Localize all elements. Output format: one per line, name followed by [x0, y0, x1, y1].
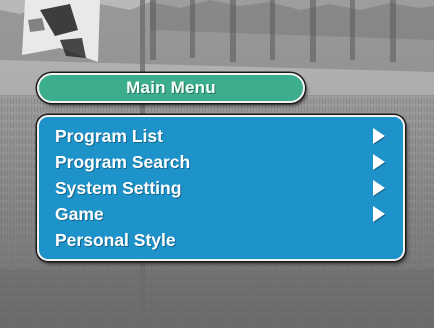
menu-title-bar: Main Menu	[37, 73, 305, 103]
menu-item-label: Program List	[55, 125, 163, 146]
menu-item-system-setting[interactable]: System Setting	[55, 175, 403, 201]
triangle-right-icon	[373, 206, 385, 222]
triangle-right-icon	[373, 154, 385, 170]
menu-panel: Program List Program Search System Setti…	[37, 115, 405, 261]
menu-item-personal-style[interactable]: Personal Style	[55, 227, 403, 253]
menu-title: Main Menu	[126, 78, 216, 97]
triangle-right-icon	[373, 128, 385, 144]
triangle-right-icon	[373, 180, 385, 196]
menu-item-program-search[interactable]: Program Search	[55, 149, 403, 175]
menu-item-label: Personal Style	[55, 229, 176, 250]
menu-item-label: Game	[55, 203, 104, 224]
menu-item-label: Program Search	[55, 151, 191, 172]
menu-item-program-list[interactable]: Program List	[55, 123, 403, 149]
menu-item-game[interactable]: Game	[55, 201, 403, 227]
menu-item-label: System Setting	[55, 177, 182, 198]
